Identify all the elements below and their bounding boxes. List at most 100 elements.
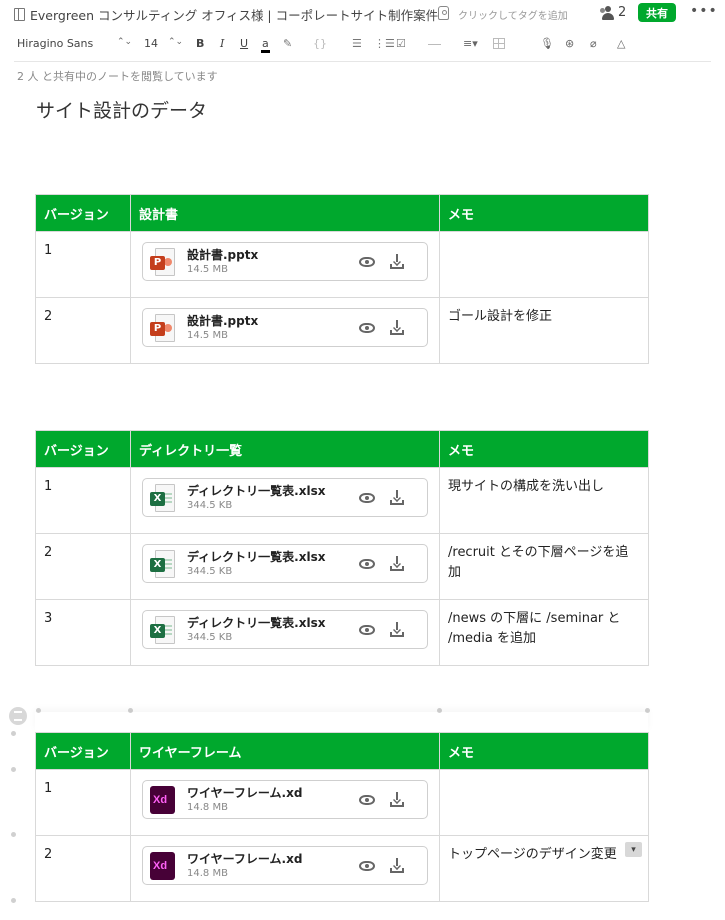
table-drag-handle[interactable] <box>9 707 27 725</box>
file-cell[interactable]: Xd ワイヤーフレーム.xd 14.8 MB <box>130 835 440 902</box>
page-title[interactable]: サイト設計のデータ <box>36 96 207 123</box>
memo-cell[interactable]: ゴール設計を修正 <box>439 297 649 364</box>
tag-input[interactable]: クリックしてタグを追加 <box>458 7 568 22</box>
file-cell[interactable]: P 設計書.pptx 14.5 MB <box>130 297 440 364</box>
memo-cell[interactable]: /news の下層に /seminar と /media を追加 <box>439 599 649 666</box>
eye-icon[interactable] <box>359 559 375 569</box>
file-cell[interactable]: Xd ワイヤーフレーム.xd 14.8 MB <box>130 769 440 836</box>
file-size: 14.5 MB <box>187 329 228 341</box>
memo-cell[interactable] <box>439 231 649 298</box>
version-cell[interactable]: 1 <box>35 769 131 836</box>
design-doc-table: バージョン 設計書 メモ 1 P 設計書.pptx 14.5 MB 2 P 設計書… <box>35 194 649 364</box>
text-color-button[interactable]: a <box>262 37 269 50</box>
italic-button[interactable]: I <box>220 37 224 50</box>
version-cell[interactable]: 1 <box>35 231 131 298</box>
version-cell[interactable]: 2 <box>35 835 131 902</box>
font-size-chevron-icon[interactable]: ⌃⌄ <box>168 37 183 47</box>
file-attachment[interactable]: P 設計書.pptx 14.5 MB <box>142 242 428 281</box>
memo-cell[interactable]: /recruit とその下層ページを追加 <box>439 533 649 600</box>
note-title[interactable]: Evergreen コンサルティング オフィス様 | コーポレートサイト制作案件 <box>30 5 438 24</box>
eye-icon[interactable] <box>359 323 375 333</box>
column-header[interactable]: 設計書 <box>130 194 440 232</box>
eye-icon[interactable] <box>359 625 375 635</box>
version-cell[interactable]: 2 <box>35 533 131 600</box>
download-icon[interactable] <box>390 622 404 637</box>
table-row: 3 X ディレクトリ一覧表.xlsx 344.5 KB /news の下層に /s… <box>35 599 649 666</box>
table-header-row: バージョン 設計書 メモ <box>35 194 649 232</box>
column-header[interactable]: ディレクトリ一覧 <box>130 430 440 468</box>
file-attachment[interactable]: Xd ワイヤーフレーム.xd 14.8 MB <box>142 780 428 819</box>
adobe-xd-file-icon: Xd <box>150 785 175 814</box>
download-icon[interactable] <box>390 320 404 335</box>
align-icon[interactable]: ≡▾ <box>463 37 478 50</box>
row-handle-dot[interactable] <box>11 731 16 736</box>
file-name: ディレクトリ一覧表.xlsx <box>187 549 326 564</box>
file-attachment[interactable]: P 設計書.pptx 14.5 MB <box>142 308 428 347</box>
table-row: 1 P 設計書.pptx 14.5 MB <box>35 231 649 298</box>
column-header[interactable]: メモ <box>439 194 649 232</box>
table-row: 1 Xd ワイヤーフレーム.xd 14.8 MB <box>35 769 649 836</box>
memo-cell[interactable]: トップページのデザイン変更 <box>439 835 649 902</box>
divider-icon[interactable] <box>428 44 441 45</box>
dribbble-icon[interactable]: ⊛ <box>565 37 574 50</box>
file-cell[interactable]: X ディレクトリ一覧表.xlsx 344.5 KB <box>130 533 440 600</box>
underline-button[interactable]: U <box>240 37 248 50</box>
microphone-icon[interactable]: 🎙 <box>540 37 554 50</box>
row-handle-dot[interactable] <box>11 898 16 903</box>
download-icon[interactable] <box>390 858 404 873</box>
file-cell[interactable]: P 設計書.pptx 14.5 MB <box>130 231 440 298</box>
cell-menu-chevron-icon[interactable]: ▾ <box>625 842 642 857</box>
font-family-chevron-icon[interactable]: ⌃⌄ <box>117 37 132 47</box>
column-header[interactable]: バージョン <box>35 430 131 468</box>
file-attachment[interactable]: Xd ワイヤーフレーム.xd 14.8 MB <box>142 846 428 885</box>
file-size: 344.5 KB <box>187 565 233 577</box>
download-icon[interactable] <box>390 254 404 269</box>
download-icon[interactable] <box>390 792 404 807</box>
file-attachment[interactable]: X ディレクトリ一覧表.xlsx 344.5 KB <box>142 478 428 517</box>
column-header[interactable]: ワイヤーフレーム <box>130 732 440 770</box>
download-icon[interactable] <box>390 490 404 505</box>
eye-icon[interactable] <box>359 257 375 267</box>
share-button[interactable]: 共有 <box>638 3 676 22</box>
column-header[interactable]: メモ <box>439 732 649 770</box>
highlight-icon[interactable]: ✎ <box>283 37 292 50</box>
code-block-icon[interactable]: {} <box>313 37 327 50</box>
file-name: ディレクトリ一覧表.xlsx <box>187 615 326 630</box>
people-icon <box>600 5 616 20</box>
formatting-toolbar: Hiragino Sans ⌃⌄ 14 ⌃⌄ B I U a ✎ {} ☰ ⋮☰… <box>0 32 725 58</box>
eye-icon[interactable] <box>359 861 375 871</box>
shared-users[interactable]: 2 <box>600 5 626 20</box>
more-menu-icon[interactable]: ••• <box>690 3 718 19</box>
powerpoint-file-icon: P <box>150 247 175 276</box>
font-family-select[interactable]: Hiragino Sans <box>17 37 93 50</box>
note-icon <box>14 7 25 21</box>
row-handle-dot[interactable] <box>11 832 16 837</box>
attachment-icon[interactable]: ⌀ <box>590 37 597 50</box>
row-handle-dot[interactable] <box>11 767 16 772</box>
file-attachment[interactable]: X ディレクトリ一覧表.xlsx 344.5 KB <box>142 610 428 649</box>
table-row: 2 P 設計書.pptx 14.5 MB ゴール設計を修正 <box>35 297 649 364</box>
file-cell[interactable]: X ディレクトリ一覧表.xlsx 344.5 KB <box>130 599 440 666</box>
eye-icon[interactable] <box>359 493 375 503</box>
numbered-list-icon[interactable]: ⋮☰ <box>374 37 395 50</box>
file-cell[interactable]: X ディレクトリ一覧表.xlsx 344.5 KB <box>130 467 440 534</box>
column-header[interactable]: バージョン <box>35 732 131 770</box>
bold-button[interactable]: B <box>196 37 204 50</box>
column-header[interactable]: バージョン <box>35 194 131 232</box>
file-name: 設計書.pptx <box>187 247 259 262</box>
drive-icon[interactable]: △ <box>617 37 625 50</box>
version-cell[interactable]: 2 <box>35 297 131 364</box>
version-cell[interactable]: 3 <box>35 599 131 666</box>
font-size-select[interactable]: 14 <box>144 37 158 50</box>
bullet-list-icon[interactable]: ☰ <box>352 37 362 50</box>
memo-cell[interactable] <box>439 769 649 836</box>
tag-icon[interactable] <box>438 6 449 20</box>
eye-icon[interactable] <box>359 795 375 805</box>
memo-cell[interactable]: 現サイトの構成を洗い出し <box>439 467 649 534</box>
download-icon[interactable] <box>390 556 404 571</box>
column-header[interactable]: メモ <box>439 430 649 468</box>
table-icon[interactable] <box>493 38 505 49</box>
version-cell[interactable]: 1 <box>35 467 131 534</box>
checklist-icon[interactable]: ☑ <box>396 37 406 50</box>
file-attachment[interactable]: X ディレクトリ一覧表.xlsx 344.5 KB <box>142 544 428 583</box>
